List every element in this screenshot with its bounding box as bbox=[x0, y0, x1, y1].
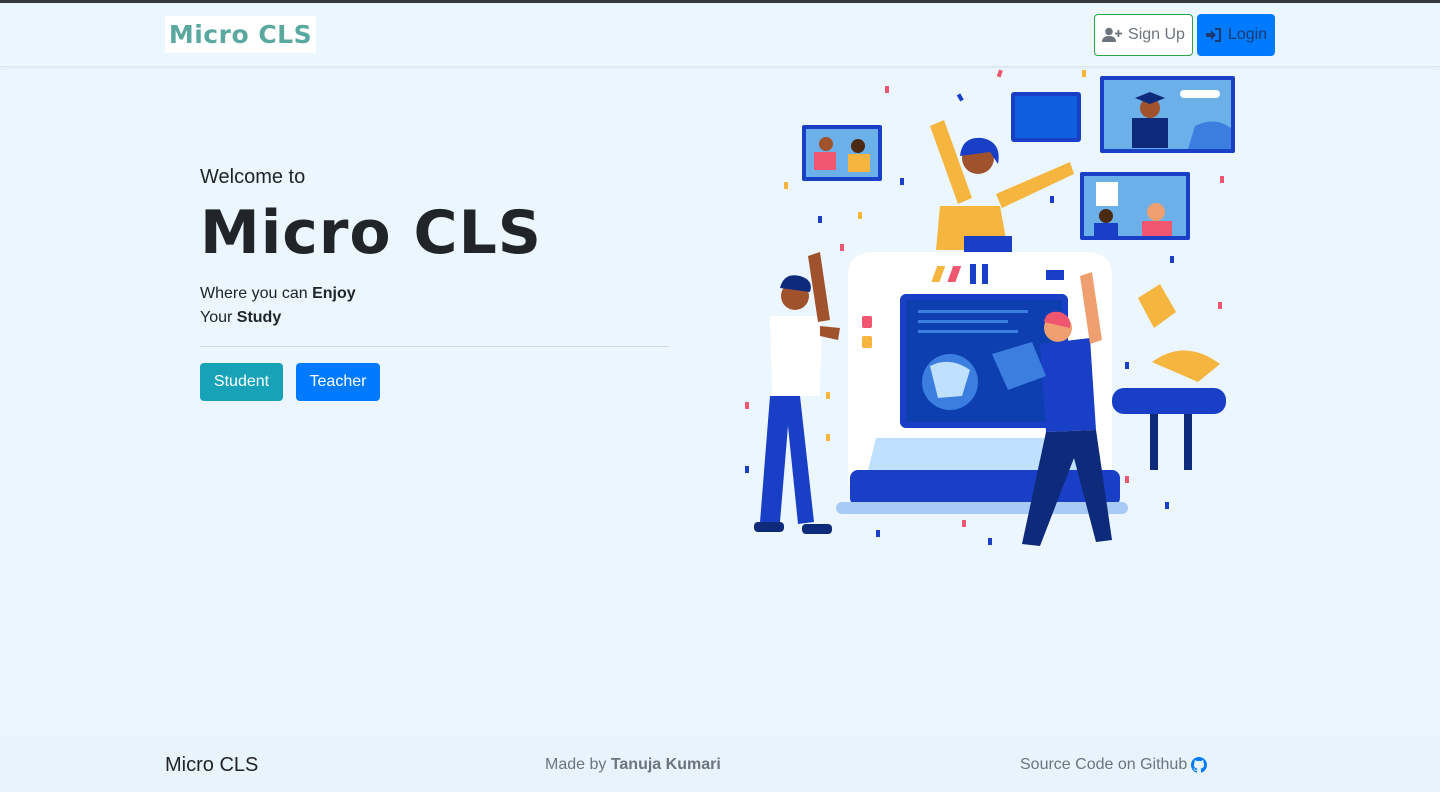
footer-credit: Made by Tanuja Kumari bbox=[545, 756, 721, 773]
video-panel-graduate bbox=[1100, 76, 1235, 153]
source-code-label: Source Code on Github bbox=[1020, 756, 1188, 773]
hero-title: Micro CLS bbox=[200, 198, 543, 268]
hero-illustration bbox=[745, 69, 1235, 546]
footer-brand: Micro CLS bbox=[165, 754, 259, 776]
github-icon bbox=[1191, 757, 1208, 773]
login-label: Login bbox=[1227, 26, 1268, 43]
footer: Micro CLS Made by Tanuja Kumari Source C… bbox=[0, 736, 1440, 792]
signup-label: Sign Up bbox=[1128, 26, 1185, 43]
student-button[interactable]: Student bbox=[200, 363, 283, 401]
author-name: Tanuja Kumari bbox=[610, 756, 721, 773]
desk bbox=[1112, 388, 1226, 470]
login-button[interactable]: Login bbox=[1197, 14, 1275, 56]
user-plus-icon bbox=[1102, 27, 1123, 43]
hero-tagline-2: Your Study bbox=[200, 309, 282, 326]
video-panel-teacher bbox=[1080, 172, 1190, 240]
teacher-button[interactable]: Teacher bbox=[296, 363, 380, 401]
hero-tagline-1: Where you can Enjoy bbox=[200, 285, 356, 302]
navbar: Micro CLS Sign Up Login bbox=[0, 3, 1440, 67]
brand-logo[interactable]: Micro CLS bbox=[165, 16, 316, 53]
source-code-link[interactable]: Source Code on Github bbox=[1020, 756, 1208, 774]
signup-button[interactable]: Sign Up bbox=[1094, 14, 1193, 56]
hero-divider bbox=[200, 346, 669, 347]
video-panel-students bbox=[802, 125, 882, 181]
video-panel-blank bbox=[1011, 92, 1081, 142]
sign-in-icon bbox=[1205, 27, 1222, 43]
hero-welcome: Welcome to bbox=[200, 166, 306, 188]
envelope-graphics bbox=[1138, 284, 1220, 382]
